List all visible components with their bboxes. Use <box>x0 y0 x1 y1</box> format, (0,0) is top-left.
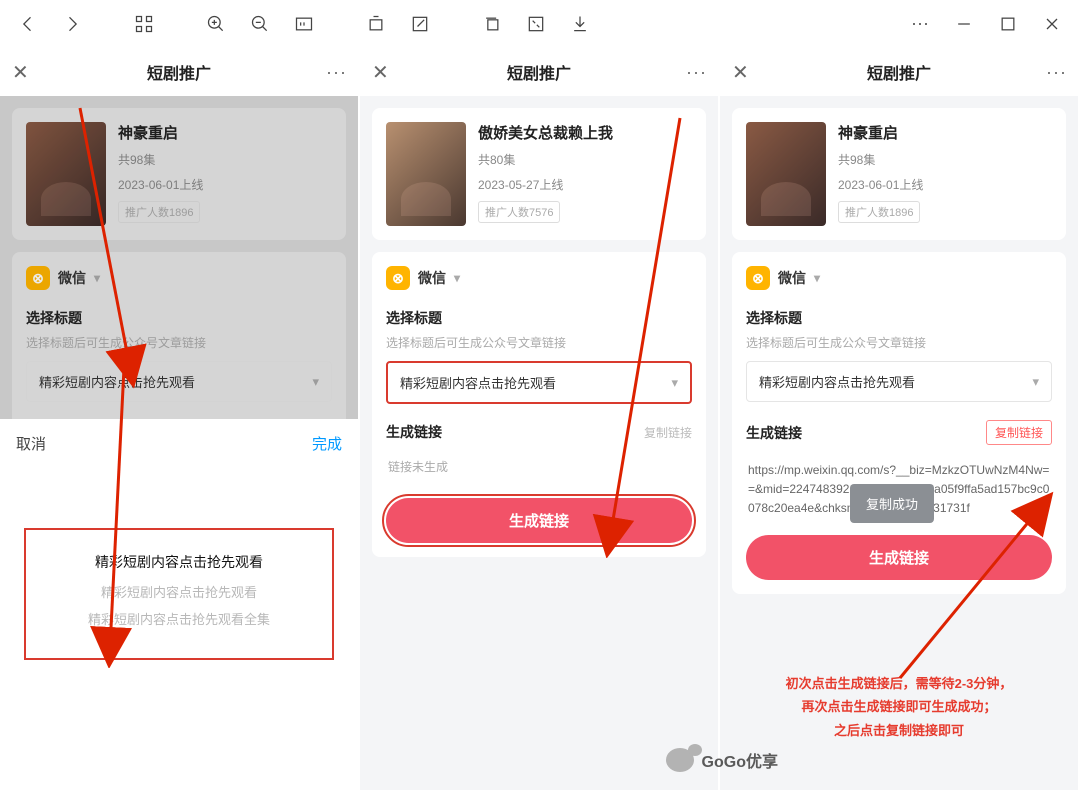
panel-body: 神豪重启 共98集 2023-06-01上线 推广人数1896 ⊗ 微信 选择标… <box>0 96 358 419</box>
show-episodes: 共98集 <box>838 151 1052 168</box>
show-title: 傲娇美女总裁赖上我 <box>478 122 692 143</box>
show-poster <box>386 122 466 226</box>
menu-dots-icon[interactable]: ··· <box>686 62 706 83</box>
fit-button[interactable] <box>284 4 324 44</box>
download-button[interactable] <box>560 4 600 44</box>
dropdown-option[interactable]: 精彩短剧内容点击抢先观看 <box>36 582 322 601</box>
panel-3: ✕ 短剧推广 ··· 神豪重启 共98集 2023-06-01上线 推广人数18… <box>720 48 1080 790</box>
select-title-hint: 选择标题后可生成公众号文章链接 <box>26 334 332 351</box>
window-toolbar: ··· <box>0 0 1080 48</box>
zoom-out-button[interactable] <box>240 4 280 44</box>
wechat-icon: ⊗ <box>746 266 770 290</box>
wechat-card: ⊗ 微信 选择标题 选择标题后可生成公众号文章链接 精彩短剧内容点击抢先观看 生… <box>12 252 346 419</box>
close-icon[interactable]: ✕ <box>372 60 392 85</box>
show-date: 2023-05-27上线 <box>478 176 692 193</box>
select-title-hint: 选择标题后可生成公众号文章链接 <box>386 334 692 351</box>
wechat-selector[interactable]: ⊗ 微信 <box>386 266 692 290</box>
panel-title: 短剧推广 <box>752 60 1046 84</box>
show-title: 神豪重启 <box>838 122 1052 143</box>
wechat-selector[interactable]: ⊗ 微信 <box>26 266 332 290</box>
menu-dots-icon[interactable]: ··· <box>1046 62 1066 83</box>
show-card: 神豪重启 共98集 2023-06-01上线 推广人数1896 <box>732 108 1066 240</box>
show-card: 神豪重启 共98集 2023-06-01上线 推广人数1896 <box>12 108 346 240</box>
show-poster <box>746 122 826 226</box>
wechat-card: ⊗ 微信 选择标题 选择标题后可生成公众号文章链接 精彩短剧内容点击抢先观看 生… <box>372 252 706 557</box>
title-dropdown[interactable]: 精彩短剧内容点击抢先观看 <box>26 361 332 402</box>
panels-row: ✕ 短剧推广 ··· 神豪重启 共98集 2023-06-01上线 推广人数18… <box>0 48 1080 790</box>
wechat-bubble-icon <box>666 748 694 772</box>
panel-1: ✕ 短剧推广 ··· 神豪重启 共98集 2023-06-01上线 推广人数18… <box>0 48 360 790</box>
copy-success-toast: 复制成功 <box>850 484 934 523</box>
promoter-badge: 推广人数7576 <box>478 201 560 223</box>
dropdown-option[interactable]: 精彩短剧内容点击抢先观看全集 <box>36 609 322 628</box>
rotate-button[interactable] <box>356 4 396 44</box>
menu-dots-icon[interactable]: ··· <box>326 62 346 83</box>
show-episodes: 共80集 <box>478 151 692 168</box>
wechat-label: 微信 <box>418 268 446 288</box>
panel-2: ✕ 短剧推广 ··· 傲娇美女总裁赖上我 共80集 2023-05-27上线 推… <box>360 48 720 790</box>
ocr-button[interactable] <box>516 4 556 44</box>
show-card: 傲娇美女总裁赖上我 共80集 2023-05-27上线 推广人数7576 <box>372 108 706 240</box>
show-date: 2023-06-01上线 <box>838 176 1052 193</box>
panel-title: 短剧推广 <box>32 60 326 84</box>
panel-header: ✕ 短剧推广 ··· <box>720 48 1078 96</box>
action-bar: 取消 完成 <box>0 419 358 468</box>
wechat-label: 微信 <box>778 268 806 288</box>
wechat-label: 微信 <box>58 268 86 288</box>
link-output: 链接未生成 <box>386 450 692 490</box>
forward-button[interactable] <box>52 4 92 44</box>
copy-link-button[interactable]: 复制链接 <box>986 420 1052 445</box>
more-button[interactable]: ··· <box>900 4 940 44</box>
cancel-button[interactable]: 取消 <box>16 433 46 454</box>
zoom-in-button[interactable] <box>196 4 236 44</box>
close-icon[interactable]: ✕ <box>732 60 752 85</box>
dropdown-popup: 精彩短剧内容点击抢先观看 精彩短剧内容点击抢先观看 精彩短剧内容点击抢先观看全集 <box>24 528 334 660</box>
show-poster <box>26 122 106 226</box>
select-title-label: 选择标题 <box>386 308 692 328</box>
wechat-card: ⊗ 微信 选择标题 选择标题后可生成公众号文章链接 精彩短剧内容点击抢先观看 生… <box>732 252 1066 594</box>
wechat-selector[interactable]: ⊗ 微信 <box>746 266 1052 290</box>
select-title-label: 选择标题 <box>26 308 332 328</box>
panel-title: 短剧推广 <box>392 60 686 84</box>
title-dropdown[interactable]: 精彩短剧内容点击抢先观看 <box>386 361 692 404</box>
show-title: 神豪重启 <box>118 122 332 143</box>
show-episodes: 共98集 <box>118 151 332 168</box>
close-icon[interactable]: ✕ <box>12 60 32 85</box>
wechat-icon: ⊗ <box>386 266 410 290</box>
copy-button[interactable] <box>472 4 512 44</box>
show-date: 2023-06-01上线 <box>118 176 332 193</box>
promoter-badge: 推广人数1896 <box>838 201 920 223</box>
watermark: GoGo优享 <box>666 748 778 772</box>
generate-link-button[interactable]: 生成链接 <box>386 498 692 543</box>
instruction-note: 初次点击生成链接后，需等待2-3分钟， 再次点击生成链接即可生成成功； 之后点击… <box>738 672 1060 742</box>
wechat-icon: ⊗ <box>26 266 50 290</box>
promoter-badge: 推广人数1896 <box>118 201 200 223</box>
select-title-hint: 选择标题后可生成公众号文章链接 <box>746 334 1052 351</box>
panel-header: ✕ 短剧推广 ··· <box>0 48 358 96</box>
back-button[interactable] <box>8 4 48 44</box>
gen-link-label: 生成链接 <box>386 422 442 442</box>
panel-header: ✕ 短剧推广 ··· <box>360 48 718 96</box>
maximize-button[interactable] <box>988 4 1028 44</box>
close-button[interactable] <box>1032 4 1072 44</box>
edit-button[interactable] <box>400 4 440 44</box>
panel-body: 傲娇美女总裁赖上我 共80集 2023-05-27上线 推广人数7576 ⊗ 微… <box>360 96 718 790</box>
title-dropdown[interactable]: 精彩短剧内容点击抢先观看 <box>746 361 1052 402</box>
dropdown-option[interactable]: 精彩短剧内容点击抢先观看 <box>36 552 322 572</box>
generate-link-button[interactable]: 生成链接 <box>746 535 1052 580</box>
select-title-label: 选择标题 <box>746 308 1052 328</box>
copy-link-button[interactable]: 复制链接 <box>644 424 692 441</box>
done-button[interactable]: 完成 <box>312 433 342 454</box>
gen-link-label: 生成链接 <box>746 423 802 443</box>
grid-icon[interactable] <box>124 4 164 44</box>
minimize-button[interactable] <box>944 4 984 44</box>
